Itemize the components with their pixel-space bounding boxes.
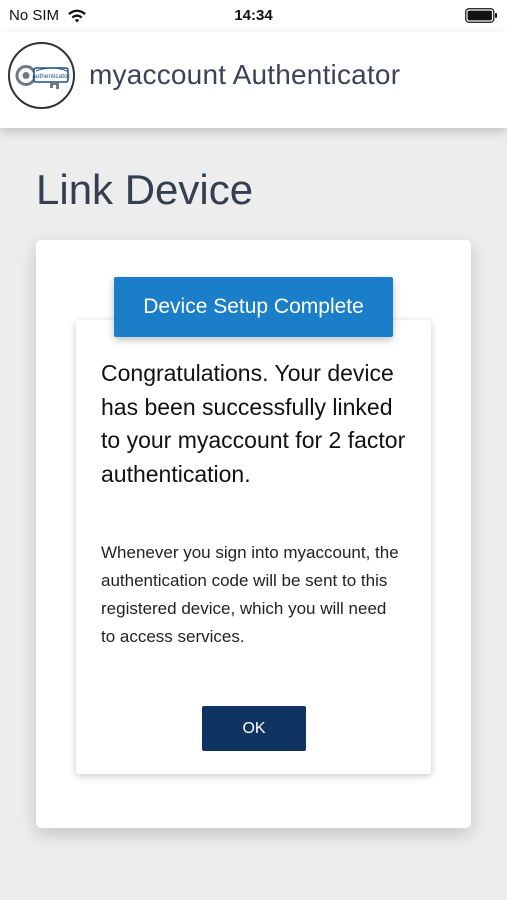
- key-logo-icon: authenticator: [15, 65, 71, 89]
- authenticator-key-logo: authenticator: [8, 42, 75, 109]
- page-title: Link Device: [36, 166, 254, 213]
- app-title: myaccount Authenticator: [89, 59, 401, 90]
- status-bar: No SIM 14:34: [0, 0, 507, 32]
- logo-text: authenticator: [32, 73, 70, 80]
- app-header: authenticator myaccount Authenticator: [0, 32, 507, 128]
- battery-icon: [465, 8, 497, 23]
- ok-button[interactable]: OK: [202, 706, 306, 751]
- dialog-body: Whenever you sign into myaccount, the au…: [101, 543, 399, 646]
- dialog-heading: Congratulations. Your device has been su…: [101, 360, 406, 487]
- dialog-header: Device Setup Complete: [114, 277, 393, 337]
- status-time: 14:34: [234, 7, 273, 24]
